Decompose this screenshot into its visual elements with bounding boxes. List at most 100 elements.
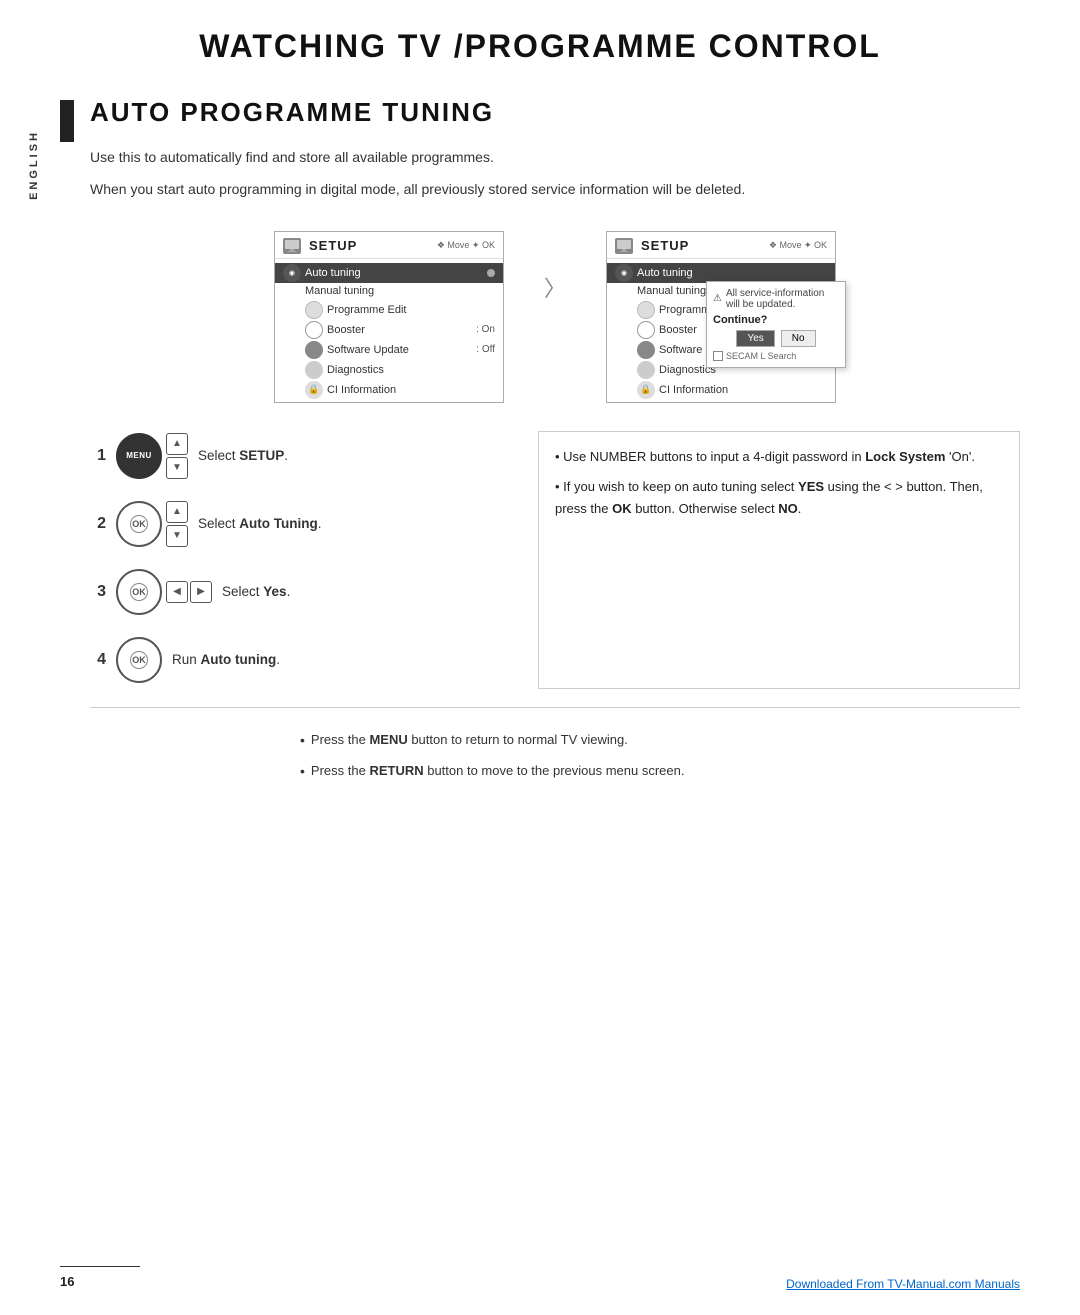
screen1-item5-value: : Off: [476, 344, 495, 355]
section-title: AUTO PROGRAMME TUNING: [90, 75, 1080, 146]
step-1-up-btn[interactable]: ▲: [166, 433, 188, 455]
section-accent-bar: [60, 100, 74, 142]
note-2-text: Press the RETURN button to move to the p…: [311, 759, 685, 782]
step-2-arrow-col: ▲ ▼: [166, 501, 188, 547]
step-4-label: Run Auto tuning.: [172, 652, 280, 667]
step-1-menu-btn[interactable]: MENU: [116, 433, 162, 479]
step-3: 3 OK ◀ ▶ Select Yes.: [90, 563, 538, 621]
screen1-item4-label: Booster: [327, 324, 476, 336]
dialog-footer-sq: [713, 351, 723, 361]
screen1-item-3: Programme Edit: [275, 300, 503, 320]
step-1-num: 1: [90, 447, 106, 465]
screen1-item3-icon: [305, 301, 323, 319]
screen1-item-7: 🔒 CI Information: [275, 380, 503, 400]
step-1-arrow-col: ▲ ▼: [166, 433, 188, 479]
screen1-item1-dot: [487, 269, 495, 277]
footer-download-link[interactable]: Downloaded From TV-Manual.com Manuals: [786, 1277, 1020, 1291]
screen1-title: SETUP: [309, 238, 357, 253]
note-1-text: Press the MENU button to return to norma…: [311, 728, 628, 751]
screen1-item5-label: Software Update: [327, 344, 476, 356]
step-4-btns: OK: [116, 637, 162, 683]
screen2-nav: ❖ Move ✦ OK: [769, 240, 827, 251]
screen2-item-1: ◉ Auto tuning: [607, 263, 835, 283]
step-4-ok-label: OK: [132, 655, 146, 665]
dialog-no-button[interactable]: No: [781, 330, 816, 347]
screen1-item1-label: Auto tuning: [305, 267, 487, 279]
screen1-item3-label: Programme Edit: [327, 304, 495, 316]
screen1-item4-value: : On: [476, 324, 495, 335]
screen1-item5-icon: [305, 341, 323, 359]
step-4-ok-inner: OK: [130, 651, 148, 669]
step-3-right-btn[interactable]: ▶: [190, 581, 212, 603]
screen2-icon: [615, 238, 633, 254]
sidebar-language-label: ENGLISH: [28, 130, 40, 200]
arrow-between-screens: 〉: [544, 271, 566, 303]
warning-icon: ⚠: [713, 293, 722, 304]
steps-area: 1 MENU ▲ ▼ Select SETUP. 2 OK: [90, 427, 1020, 689]
screen1-menu: ◉ Auto tuning Manual tuning Programme Ed…: [275, 259, 503, 402]
dialog-footer: SECAM L Search: [713, 351, 839, 361]
footer-line: [60, 1266, 140, 1267]
screen1-item-1: ◉ Auto tuning: [275, 263, 503, 283]
step-2-btns: OK ▲ ▼: [116, 501, 188, 547]
step-2-ok-label: OK: [132, 519, 146, 529]
screen1-item6-icon: [305, 361, 323, 379]
screen2-item5-icon: [637, 341, 655, 359]
dialog-yes-button[interactable]: Yes: [736, 330, 774, 347]
screen1-item-4: Booster : On: [275, 320, 503, 340]
info-box: • Use NUMBER buttons to input a 4-digit …: [538, 431, 1020, 689]
screen2-item1-icon: ◉: [615, 264, 633, 282]
step-4-num: 4: [90, 651, 106, 669]
step-3-left-btn[interactable]: ◀: [166, 581, 188, 603]
step-4-ok-btn[interactable]: OK: [116, 637, 162, 683]
step-4: 4 OK Run Auto tuning.: [90, 631, 538, 689]
step-2-num: 2: [90, 515, 106, 533]
step-3-num: 3: [90, 583, 106, 601]
screen2-item7-icon: 🔒: [637, 381, 655, 399]
screen2-item7-label: CI Information: [659, 384, 827, 396]
info-bullet-2: • If you wish to keep on auto tuning sel…: [555, 476, 1003, 520]
screenshots-area: SETUP ❖ Move ✦ OK ◉ Auto tuning Manual t…: [90, 231, 1020, 403]
step-3-label: Select Yes.: [222, 584, 290, 599]
step-1-btns: MENU ▲ ▼: [116, 433, 188, 479]
step-2-label: Select Auto Tuning.: [198, 516, 322, 531]
dialog-footer-text: SECAM L Search: [726, 351, 796, 361]
screen1-header: SETUP ❖ Move ✦ OK: [275, 232, 503, 259]
step-2-up-btn[interactable]: ▲: [166, 501, 188, 523]
step-2-ok-btn[interactable]: OK: [116, 501, 162, 547]
screen1-item-6: Diagnostics: [275, 360, 503, 380]
step-2: 2 OK ▲ ▼ Select Auto Tuning.: [90, 495, 538, 553]
screen1-item-2: Manual tuning: [275, 283, 503, 300]
steps-left: 1 MENU ▲ ▼ Select SETUP. 2 OK: [90, 427, 538, 689]
step-1-down-btn[interactable]: ▼: [166, 457, 188, 479]
dialog-header: ⚠ All service-information will be update…: [713, 288, 839, 310]
menu-btn-label: MENU: [126, 451, 152, 460]
step-3-arrow-col: ◀ ▶: [166, 581, 212, 603]
screen1-nav: ❖ Move ✦ OK: [437, 240, 495, 251]
step-3-ok-btn[interactable]: OK: [116, 569, 162, 615]
step-3-ok-inner: OK: [130, 583, 148, 601]
screen2-item-7: 🔒 CI Information: [607, 380, 835, 400]
screen2-item3-icon: [637, 301, 655, 319]
step-3-ok-label: OK: [132, 587, 146, 597]
info-bullet-1: • Use NUMBER buttons to input a 4-digit …: [555, 446, 1003, 468]
body-text-1: Use this to automatically find and store…: [90, 146, 1020, 168]
screen1-item4-icon: [305, 321, 323, 339]
step-1: 1 MENU ▲ ▼ Select SETUP.: [90, 427, 538, 485]
body-text-2: When you start auto programming in digit…: [90, 178, 1020, 200]
footer: 16 Downloaded From TV-Manual.com Manuals: [60, 1266, 1020, 1291]
step-2-ok-inner: OK: [130, 515, 148, 533]
note-2: • Press the RETURN button to move to the…: [300, 759, 1020, 784]
dialog-box: ⚠ All service-information will be update…: [706, 281, 846, 368]
note-2-bullet: •: [300, 759, 305, 784]
screen1-item2-label: Manual tuning: [305, 285, 495, 297]
screen1: SETUP ❖ Move ✦ OK ◉ Auto tuning Manual t…: [274, 231, 504, 403]
section-divider: [90, 707, 1020, 708]
screen1-item7-label: CI Information: [327, 384, 495, 396]
step-2-down-btn[interactable]: ▼: [166, 525, 188, 547]
screen2-header: SETUP ❖ Move ✦ OK: [607, 232, 835, 259]
screen1-item7-icon: 🔒: [305, 381, 323, 399]
footer-page-number: 16: [60, 1274, 74, 1289]
screen2-item6-icon: [637, 361, 655, 379]
screen2-container: SETUP ❖ Move ✦ OK ◉ Auto tuning Manual t…: [606, 231, 836, 403]
